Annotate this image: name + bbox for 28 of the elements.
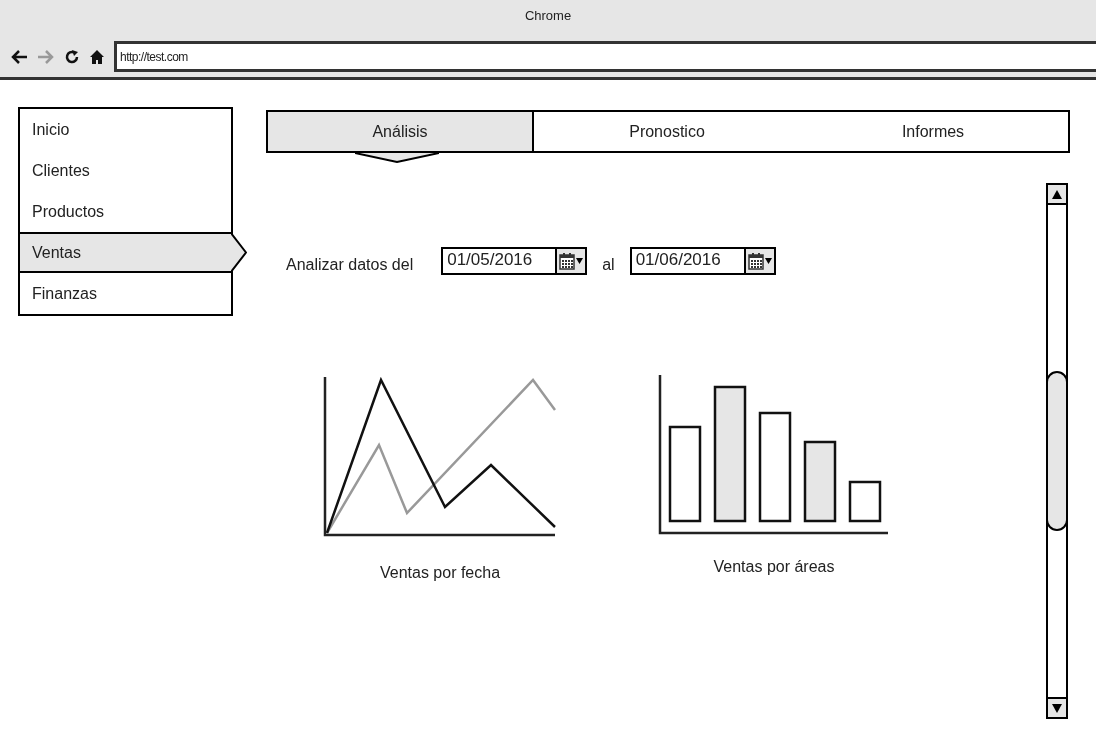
chart-caption: Ventas por fecha — [379, 563, 501, 583]
tab[interactable]: Análisis — [268, 112, 534, 151]
calendar-dropdown-button[interactable] — [555, 249, 586, 273]
calendar-icon — [559, 252, 576, 270]
window-title: Chrome — [524, 8, 572, 25]
up-arrow-icon — [1052, 189, 1062, 199]
caret-icon — [764, 258, 772, 264]
chart-caption: Ventas por áreas — [713, 557, 835, 577]
home-icon[interactable] — [89, 48, 105, 65]
scroll-down-button[interactable] — [1048, 697, 1066, 717]
calendar-dropdown-button[interactable] — [743, 249, 774, 273]
reload-icon[interactable] — [64, 48, 80, 65]
chart-bar — [848, 480, 882, 523]
date-value: 01/05/2016 — [446, 249, 534, 271]
scroll-thumb[interactable] — [1046, 371, 1068, 531]
caret-icon — [576, 258, 584, 264]
date-field[interactable]: 01/06/2016 — [629, 247, 776, 275]
date-separator: al — [602, 255, 615, 275]
back-icon[interactable] — [10, 48, 28, 65]
date-field[interactable]: 01/05/2016 — [441, 247, 588, 275]
down-arrow-icon — [1052, 703, 1062, 713]
calendar-icon — [747, 252, 764, 270]
scrollbar[interactable] — [1046, 183, 1068, 719]
url-text: http://test.com — [120, 48, 188, 66]
address-bar[interactable]: http://test.com — [114, 41, 1096, 72]
date-range-label: Analizar datos del — [286, 255, 414, 275]
date-value: 01/06/2016 — [634, 249, 722, 271]
scroll-up-button[interactable] — [1048, 185, 1066, 205]
